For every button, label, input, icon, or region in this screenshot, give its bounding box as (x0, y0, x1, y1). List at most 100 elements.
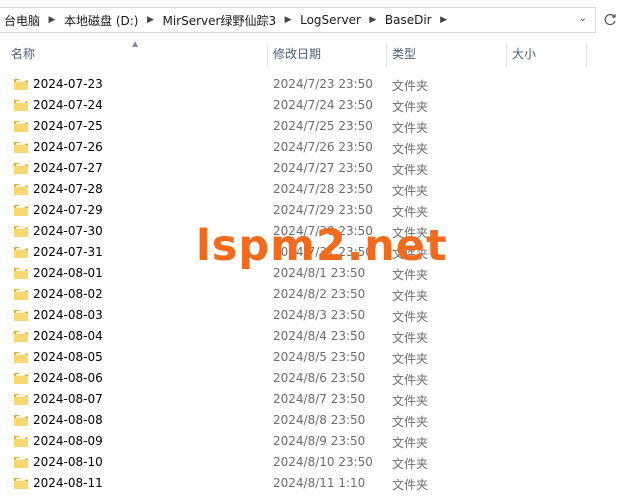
watermark: lspm2.net (196, 221, 448, 271)
item-type: 文件夹 (392, 205, 429, 219)
address-bar[interactable]: 台电脑 ▶ 本地磁盘 (D:) ▶ MirServer绿野仙踪3 ▶ LogSe… (0, 7, 596, 33)
modified-date: 2024/7/26 23:50 (273, 140, 373, 154)
folder-name: 2024-08-06 (33, 371, 103, 385)
folder-row[interactable]: 2024-07-25 2024/7/25 23:50 文件夹 (0, 116, 587, 137)
item-type: 文件夹 (392, 352, 429, 366)
breadcrumb-label: MirServer绿野仙踪3 (162, 13, 277, 28)
column-headers: ▲ 名称 修改日期 类型 大小 (0, 39, 587, 67)
modified-date: 2024/8/6 23:50 (273, 371, 366, 385)
folder-row[interactable]: 2024-07-27 2024/7/27 23:50 文件夹 (0, 158, 587, 179)
chevron-down-icon[interactable]: ⌄ (579, 13, 587, 24)
folder-name: 2024-08-05 (33, 350, 103, 364)
modified-date: 2024/8/5 23:50 (273, 350, 366, 364)
folder-row[interactable]: 2024-07-26 2024/7/26 23:50 文件夹 (0, 137, 587, 158)
chevron-right-icon[interactable]: ▶ (436, 15, 452, 25)
folder-name: 2024-08-10 (33, 455, 103, 469)
folder-icon (13, 245, 29, 259)
chevron-right-icon[interactable]: ▶ (44, 15, 60, 25)
column-header-date[interactable]: 修改日期 (273, 43, 321, 67)
breadcrumb-item-basedir[interactable]: BaseDir ▶ (381, 8, 452, 32)
folder-icon (13, 140, 29, 154)
folder-row[interactable]: 2024-07-28 2024/7/28 23:50 文件夹 (0, 179, 587, 200)
folder-row[interactable]: 2024-08-09 2024/8/9 23:50 文件夹 (0, 431, 587, 452)
item-type: 文件夹 (392, 331, 429, 345)
modified-date: 2024/8/8 23:50 (273, 413, 366, 427)
folder-name: 2024-08-03 (33, 308, 103, 322)
item-type: 文件夹 (392, 184, 429, 198)
folder-name: 2024-07-26 (33, 140, 103, 154)
folder-name: 2024-08-08 (33, 413, 103, 427)
column-divider[interactable] (586, 43, 587, 67)
column-header-type[interactable]: 类型 (392, 43, 416, 67)
folder-row[interactable]: 2024-07-23 2024/7/23 23:50 文件夹 (0, 74, 587, 95)
item-type: 文件夹 (392, 478, 429, 492)
chevron-right-icon[interactable]: ▶ (280, 15, 296, 25)
folder-icon (13, 350, 29, 364)
folder-name: 2024-08-01 (33, 266, 103, 280)
folder-icon (13, 434, 29, 448)
folder-icon (13, 329, 29, 343)
folder-icon (13, 308, 29, 322)
column-divider[interactable] (267, 43, 268, 67)
folder-icon (13, 182, 29, 196)
folder-row[interactable]: 2024-08-07 2024/8/7 23:50 文件夹 (0, 389, 587, 410)
folder-row[interactable]: 2024-08-10 2024/8/10 23:50 文件夹 (0, 452, 587, 473)
modified-date: 2024/8/9 23:50 (273, 434, 366, 448)
folder-icon (13, 476, 29, 490)
folder-row[interactable]: 2024-08-02 2024/8/2 23:50 文件夹 (0, 284, 587, 305)
item-type: 文件夹 (392, 436, 429, 450)
breadcrumb-label: 本地磁盘 (D:) (64, 13, 139, 28)
modified-date: 2024/7/24 23:50 (273, 98, 373, 112)
breadcrumb-item-this-pc[interactable]: 台电脑 ▶ (0, 8, 60, 32)
item-type: 文件夹 (392, 310, 429, 324)
chevron-right-icon[interactable]: ▶ (365, 15, 381, 25)
folder-icon (13, 224, 29, 238)
column-header-size[interactable]: 大小 (512, 43, 536, 67)
breadcrumb-item-local-disk[interactable]: 本地磁盘 (D:) ▶ (60, 8, 158, 32)
folder-row[interactable]: 2024-08-08 2024/8/8 23:50 文件夹 (0, 410, 587, 431)
folder-name: 2024-07-23 (33, 77, 103, 91)
modified-date: 2024/7/28 23:50 (273, 182, 373, 196)
modified-date: 2024/8/11 1:10 (273, 476, 366, 490)
folder-icon (13, 161, 29, 175)
folder-name: 2024-08-02 (33, 287, 103, 301)
refresh-icon[interactable] (599, 9, 621, 31)
folder-icon (13, 77, 29, 91)
chevron-right-icon[interactable]: ▶ (142, 15, 158, 25)
modified-date: 2024/7/23 23:50 (273, 77, 373, 91)
folder-row[interactable]: 2024-08-05 2024/8/5 23:50 文件夹 (0, 347, 587, 368)
folder-row[interactable]: 2024-08-11 2024/8/11 1:10 文件夹 (0, 473, 587, 494)
folder-row[interactable]: 2024-08-06 2024/8/6 23:50 文件夹 (0, 368, 587, 389)
folder-icon (13, 119, 29, 133)
modified-date: 2024/8/2 23:50 (273, 287, 366, 301)
file-list: 2024-07-23 2024/7/23 23:50 文件夹 2024-07-24 20… (0, 74, 587, 494)
folder-name: 2024-07-29 (33, 203, 103, 217)
folder-row[interactable]: 2024-08-03 2024/8/3 23:50 文件夹 (0, 305, 587, 326)
folder-icon (13, 455, 29, 469)
column-divider[interactable] (506, 43, 507, 67)
breadcrumb-item-mirserver[interactable]: MirServer绿野仙踪3 ▶ (158, 8, 296, 32)
folder-row[interactable]: 2024-07-29 2024/7/29 23:50 文件夹 (0, 200, 587, 221)
column-divider[interactable] (386, 43, 387, 67)
folder-row[interactable]: 2024-07-24 2024/7/24 23:50 文件夹 (0, 95, 587, 116)
item-type: 文件夹 (392, 394, 429, 408)
sort-ascending-icon: ▲ (132, 39, 139, 48)
item-type: 文件夹 (392, 457, 429, 471)
modified-date: 2024/7/25 23:50 (273, 119, 373, 133)
breadcrumb-label: LogServer (300, 13, 361, 27)
item-type: 文件夹 (392, 142, 429, 156)
item-type: 文件夹 (392, 100, 429, 114)
modified-date: 2024/8/7 23:50 (273, 392, 366, 406)
folder-name: 2024-08-04 (33, 329, 103, 343)
folder-name: 2024-08-09 (33, 434, 103, 448)
modified-date: 2024/7/27 23:50 (273, 161, 373, 175)
breadcrumb-item-logserver[interactable]: LogServer ▶ (296, 8, 381, 32)
column-header-name[interactable]: 名称 (11, 43, 35, 67)
modified-date: 2024/8/3 23:50 (273, 308, 366, 322)
folder-icon (13, 392, 29, 406)
item-type: 文件夹 (392, 79, 429, 93)
folder-icon (13, 287, 29, 301)
folder-name: 2024-07-30 (33, 224, 103, 238)
folder-row[interactable]: 2024-08-04 2024/8/4 23:50 文件夹 (0, 326, 587, 347)
modified-date: 2024/8/10 23:50 (273, 455, 373, 469)
